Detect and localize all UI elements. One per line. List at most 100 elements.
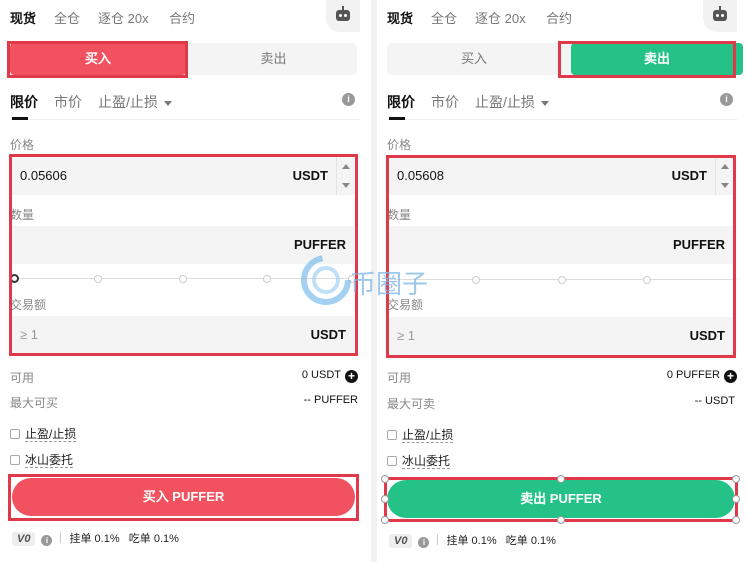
- tab-tpsl-label: 止盈/止损: [475, 94, 535, 110]
- active-tab-underline: [389, 117, 405, 120]
- tab-tpsl[interactable]: 止盈/止损: [98, 92, 172, 112]
- buy-tab-button[interactable]: 买入: [10, 43, 186, 75]
- info-icon[interactable]: i: [41, 535, 53, 546]
- slider-step-50[interactable]: [179, 275, 187, 283]
- tpsl-checkbox[interactable]: 止盈/止损: [10, 425, 77, 442]
- tab-isolated[interactable]: 逐仓 20x: [475, 8, 526, 27]
- resize-handle[interactable]: [557, 475, 565, 483]
- tpsl-checkbox[interactable]: 止盈/止损: [387, 426, 454, 443]
- resize-handle[interactable]: [381, 495, 389, 503]
- tab-spot[interactable]: 现货: [10, 8, 36, 27]
- slider-step-75[interactable]: [263, 275, 271, 283]
- chevron-down-icon: [163, 100, 172, 106]
- total-label: 交易额: [10, 298, 47, 312]
- resize-handle[interactable]: [732, 495, 740, 503]
- info-icon[interactable]: i: [418, 537, 430, 548]
- total-input[interactable]: ≥ 1 USDT: [389, 317, 733, 355]
- iceberg-checkbox-label: 冰山委托: [25, 453, 74, 468]
- watermark: 币圈子: [300, 252, 450, 308]
- max-value: -- PUFFER: [303, 394, 358, 406]
- tab-limit[interactable]: 限价: [10, 92, 38, 112]
- price-input[interactable]: 0.05606 USDT: [12, 157, 354, 195]
- available-label: 可用: [10, 371, 35, 385]
- total-unit: USDT: [310, 327, 346, 342]
- max-label: 最大可卖: [387, 397, 436, 411]
- max-label: 最大可买: [10, 396, 59, 410]
- price-stepper[interactable]: [336, 157, 354, 195]
- amount-label: 数量: [387, 208, 412, 222]
- side-switch: 买入 卖出: [10, 43, 357, 75]
- max-row: 最大可买 -- PUFFER: [10, 394, 358, 411]
- plus-icon[interactable]: +: [724, 370, 737, 383]
- price-stepper[interactable]: [715, 157, 733, 195]
- info-icon[interactable]: i: [342, 93, 355, 106]
- market-nav: 现货 全仓 逐仓 20x 合约: [0, 0, 370, 32]
- resize-handle[interactable]: [381, 516, 389, 524]
- resize-handle[interactable]: [732, 516, 740, 524]
- total-placeholder: ≥ 1: [20, 327, 38, 342]
- arrow-up-icon[interactable]: [342, 164, 350, 169]
- price-label: 价格: [10, 138, 35, 152]
- iceberg-checkbox[interactable]: 冰山委托: [10, 451, 74, 468]
- taker-fee: 吃单 0.1%: [128, 533, 179, 545]
- slider-step-50[interactable]: [558, 276, 566, 284]
- plus-icon[interactable]: +: [345, 370, 358, 383]
- tab-limit[interactable]: 限价: [387, 92, 415, 112]
- slider-step-25[interactable]: [472, 276, 480, 284]
- available-amount: 0 PUFFER: [666, 369, 720, 381]
- tab-futures[interactable]: 合约: [169, 8, 195, 27]
- order-type-tabs: 限价 市价 止盈/止损 i: [10, 90, 360, 120]
- tab-market[interactable]: 市价: [431, 92, 459, 112]
- available-amount: 0 USDT: [301, 369, 341, 381]
- tab-cross[interactable]: 全仓: [431, 8, 457, 27]
- maker-fee: 挂单 0.1%: [446, 535, 497, 547]
- price-value: 0.05608: [397, 168, 444, 183]
- vip-badge: V0: [12, 532, 36, 546]
- fee-info: V0 i 挂单 0.1% 吃单 0.1%: [12, 530, 179, 546]
- side-switch: 买入 卖出: [387, 43, 743, 75]
- tpsl-checkbox-label: 止盈/止损: [402, 428, 454, 443]
- sell-tab-button[interactable]: 卖出: [571, 43, 743, 75]
- info-icon[interactable]: i: [720, 93, 733, 106]
- available-label: 可用: [387, 371, 412, 385]
- order-type-tabs: 限价 市价 止盈/止损 i: [387, 90, 737, 120]
- robot-icon[interactable]: [326, 0, 360, 32]
- price-input[interactable]: 0.05608 USDT: [389, 157, 733, 195]
- resize-handle[interactable]: [732, 475, 740, 483]
- total-input[interactable]: ≥ 1 USDT: [12, 316, 354, 354]
- tab-market[interactable]: 市价: [54, 92, 82, 112]
- resize-handle[interactable]: [381, 475, 389, 483]
- slider-step-25[interactable]: [94, 275, 102, 283]
- vip-badge: V0: [389, 534, 413, 548]
- buy-submit-button[interactable]: 买入 PUFFER: [12, 478, 355, 516]
- resize-handle[interactable]: [557, 516, 565, 524]
- buy-tab-button[interactable]: 买入: [387, 43, 561, 75]
- amount-unit: PUFFER: [673, 237, 725, 252]
- fee-info: V0 i 挂单 0.1% 吃单 0.1%: [389, 532, 556, 548]
- sell-tab-button[interactable]: 卖出: [190, 43, 357, 75]
- slider-step-75[interactable]: [643, 276, 651, 284]
- available-value: 0 USDT +: [302, 369, 358, 383]
- iceberg-checkbox[interactable]: 冰山委托: [387, 452, 451, 469]
- tab-tpsl[interactable]: 止盈/止损: [475, 92, 549, 112]
- slider-handle[interactable]: [10, 274, 19, 283]
- arrow-down-icon[interactable]: [721, 183, 729, 188]
- price-label: 价格: [387, 138, 412, 152]
- tab-futures[interactable]: 合约: [546, 8, 572, 27]
- robot-icon[interactable]: [703, 0, 737, 32]
- available-row: 可用 0 USDT +: [10, 369, 358, 386]
- total-unit: USDT: [689, 328, 725, 343]
- price-unit: USDT: [671, 168, 707, 183]
- tab-cross[interactable]: 全仓: [54, 8, 80, 27]
- available-row: 可用 0 PUFFER +: [387, 369, 737, 386]
- tab-spot[interactable]: 现货: [387, 8, 413, 27]
- active-tab-underline: [12, 117, 28, 120]
- sell-submit-button[interactable]: 卖出 PUFFER: [387, 480, 735, 518]
- tab-isolated[interactable]: 逐仓 20x: [98, 8, 149, 27]
- watermark-text: 币圈子: [350, 270, 429, 300]
- price-unit: USDT: [292, 168, 328, 183]
- arrow-up-icon[interactable]: [721, 164, 729, 169]
- arrow-down-icon[interactable]: [342, 183, 350, 188]
- max-value: -- USDT: [694, 395, 735, 407]
- available-value: 0 PUFFER +: [667, 369, 737, 383]
